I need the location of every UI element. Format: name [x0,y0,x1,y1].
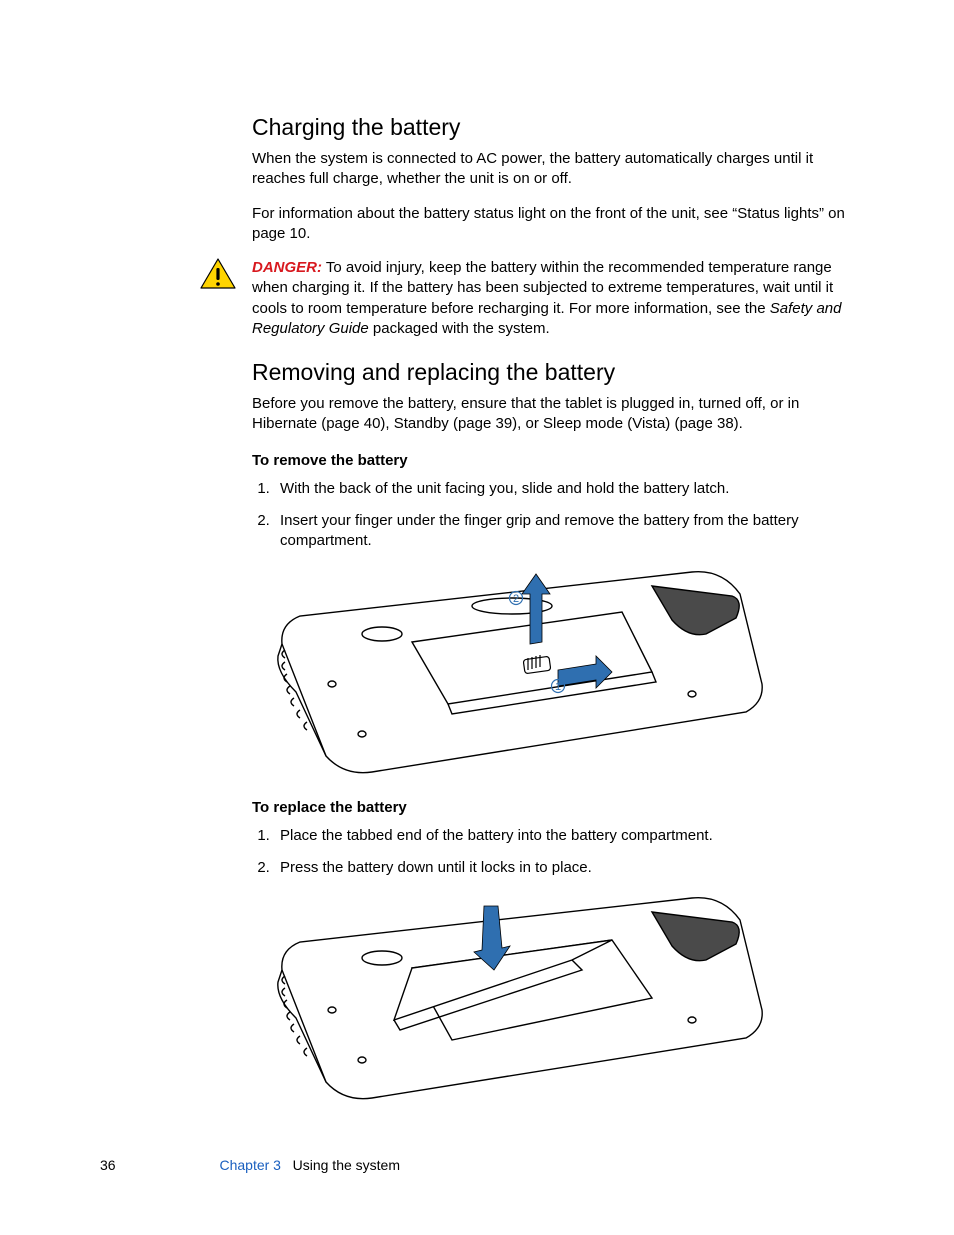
callout-number-2: 2 [513,593,519,605]
chapter-title-text: Using the system [293,1157,400,1173]
figure-remove-battery: 1 2 [252,564,852,782]
list-item: Insert your finger under the finger grip… [274,511,852,552]
section-heading-removing: Removing and replacing the battery [252,357,852,388]
danger-body-2: packaged with the system. [369,320,550,337]
danger-callout: DANGER: To avoid injury, keep the batter… [252,258,852,339]
list-item: Press the battery down until it locks in… [274,858,852,878]
paragraph: Before you remove the battery, ensure th… [252,394,852,435]
replace-steps-list: Place the tabbed end of the battery into… [252,826,852,879]
danger-label: DANGER: [252,259,322,276]
remove-steps-list: With the back of the unit facing you, sl… [252,479,852,552]
warning-triangle-icon [200,258,236,290]
chapter-label: Chapter 3 [219,1157,280,1173]
paragraph: When the system is connected to AC power… [252,149,852,190]
list-item: Place the tabbed end of the battery into… [274,826,852,846]
page-footer: 36 Chapter 3 Using the system [100,1156,400,1175]
content-column: Charging the battery When the system is … [252,112,852,1108]
subheading-remove: To remove the battery [252,451,852,471]
list-item: With the back of the unit facing you, sl… [274,479,852,499]
section-heading-charging: Charging the battery [252,112,852,143]
danger-text: DANGER: To avoid injury, keep the batter… [252,258,852,339]
danger-body-1: To avoid injury, keep the battery within… [252,259,833,317]
paragraph: For information about the battery status… [252,204,852,245]
subheading-replace: To replace the battery [252,798,852,818]
figure-replace-battery [252,890,852,1108]
manual-page: Charging the battery When the system is … [0,0,954,1235]
page-number: 36 [100,1157,116,1173]
callout-number-1: 1 [555,681,561,693]
chapter-title [285,1157,293,1173]
